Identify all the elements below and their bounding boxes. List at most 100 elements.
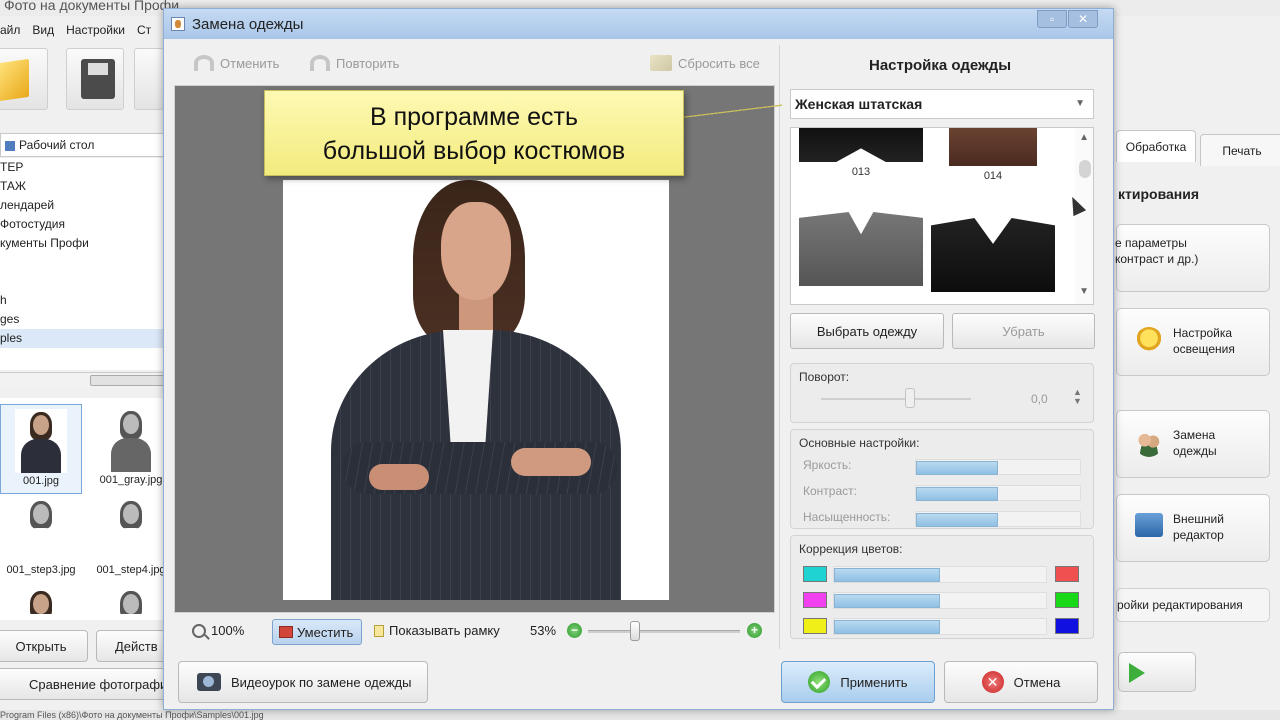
gallery-scrollbar[interactable]: ▲ ▼ <box>1075 128 1093 304</box>
zoom-slider-track[interactable] <box>588 630 740 633</box>
photo-canvas[interactable] <box>283 180 669 600</box>
clothes-style-select[interactable]: Женская штатская ▼ <box>790 89 1094 119</box>
card-params[interactable]: е параметры контраст и др.) <box>1115 224 1270 292</box>
choose-clothes-button[interactable]: Выбрать одежду <box>790 313 944 349</box>
cancel-x-icon: ✕ <box>981 671 1004 693</box>
tree-item[interactable]: ТАЖ <box>0 177 167 196</box>
thumbnail-item[interactable]: 001.jpg <box>0 404 82 494</box>
show-frame-toggle[interactable]: Показывать рамку <box>374 623 500 638</box>
zoom-in-button[interactable]: + <box>747 623 762 638</box>
eraser-icon <box>650 55 672 71</box>
open-button[interactable]: Открыть <box>0 630 88 662</box>
tab-processing[interactable]: Обработка <box>1116 130 1196 162</box>
red-swatch <box>1055 566 1079 582</box>
rotation-group: Поворот: 0,0 ▲ ▼ <box>790 363 1094 423</box>
floppy-icon <box>81 59 115 99</box>
undo-label: Отменить <box>220 55 280 71</box>
folder-path-bar[interactable]: Рабочий стол <box>0 133 168 157</box>
contrast-slider[interactable] <box>915 485 1081 501</box>
menu-file[interactable]: айл <box>0 23 20 37</box>
tree-item[interactable]: ТЕР <box>0 158 167 177</box>
apply-button[interactable]: Применить <box>781 661 935 703</box>
thumbnail-item[interactable]: 001_gray.jpg <box>90 404 172 494</box>
frame-icon <box>374 624 384 637</box>
thumbnail-item[interactable]: 001_step3.jpg <box>0 494 82 584</box>
video-tutorial-label: Видеоурок по замене одежды <box>231 674 412 690</box>
remove-clothes-button[interactable]: Убрать <box>952 313 1095 349</box>
card-lighting[interactable]: Настройка освещения <box>1116 308 1270 376</box>
video-tutorial-button[interactable]: Видеоурок по замене одежды <box>178 661 428 703</box>
menu-view[interactable]: Вид <box>32 23 54 37</box>
color-row-yellow-blue <box>799 616 1089 636</box>
thumbnail-item[interactable] <box>0 584 82 614</box>
brightness-slider[interactable] <box>915 459 1081 475</box>
edit-settings-button[interactable]: ройки редактирования <box>1116 588 1270 622</box>
thumbnail-item[interactable]: 001_step4.jpg <box>90 494 172 584</box>
redo-button[interactable]: Повторить <box>310 55 399 71</box>
tree-item[interactable] <box>0 272 167 291</box>
tab-print[interactable]: Печать <box>1200 134 1280 166</box>
fit-button[interactable]: Уместить <box>272 619 362 645</box>
tree-item[interactable] <box>0 253 167 272</box>
tree-horizontal-scrollbar[interactable] <box>0 372 168 388</box>
rotation-slider-thumb[interactable] <box>905 388 915 408</box>
scrollbar-thumb[interactable] <box>90 375 166 386</box>
cancel-button[interactable]: ✕ Отмена <box>944 661 1098 703</box>
clothes-item[interactable] <box>799 212 923 290</box>
close-button[interactable]: ✕ <box>1068 10 1098 28</box>
menu-settings[interactable]: Настройки <box>66 23 125 37</box>
tree-item[interactable]: лендарей <box>0 196 167 215</box>
dropdown-arrow-icon: ▼ <box>1075 98 1085 109</box>
yellow-blue-slider[interactable] <box>833 618 1047 635</box>
compare-photos-button[interactable]: Сравнение фотографи <box>0 668 168 700</box>
zoom-out-button[interactable]: − <box>567 623 582 638</box>
person-face <box>441 202 511 300</box>
clothes-thumbnail <box>931 218 1055 292</box>
people-icon <box>1135 429 1163 457</box>
menu-more[interactable]: Ст <box>137 23 151 37</box>
magenta-green-slider[interactable] <box>833 592 1047 609</box>
tree-item[interactable]: ges <box>0 310 167 329</box>
undo-arrow-icon <box>194 55 214 71</box>
actions-button[interactable]: Действ <box>96 630 168 662</box>
card-external-editor[interactable]: Внешний редактор <box>1116 494 1270 562</box>
next-arrow-button[interactable] <box>1118 652 1196 692</box>
scroll-up-icon[interactable]: ▲ <box>1079 132 1089 143</box>
brightness-label: Яркость: <box>803 458 852 472</box>
card-clothes[interactable]: Замена одежды <box>1116 410 1270 478</box>
cancel-label: Отмена <box>1013 674 1061 690</box>
yellow-blue-fill <box>834 620 940 634</box>
rotation-value[interactable]: 0,0 <box>1031 392 1048 406</box>
callout-pointer <box>682 104 782 118</box>
tree-item[interactable]: кументы Профи <box>0 234 167 253</box>
clothes-item-014[interactable]: 014 <box>949 128 1037 182</box>
rotation-slider-track[interactable] <box>821 398 971 400</box>
undo-button[interactable]: Отменить <box>194 55 279 71</box>
maximize-button[interactable]: ▫ <box>1037 10 1067 28</box>
toolbar-more-button[interactable] <box>134 48 164 110</box>
reset-all-button[interactable]: Сбросить все <box>650 55 760 71</box>
open-folder-button[interactable] <box>0 48 48 110</box>
clothes-item-013[interactable]: 013 <box>799 128 923 178</box>
main-menubar: айл Вид Настройки Ст <box>0 18 170 42</box>
rotation-spinner-icon[interactable]: ▲ ▼ <box>1073 388 1082 406</box>
thumbnail-image <box>105 498 157 562</box>
saturation-row: Насыщенность: <box>799 508 1089 528</box>
saturation-slider[interactable] <box>915 511 1081 527</box>
reset-label: Сбросить все <box>678 55 760 71</box>
zoom-slider-thumb[interactable] <box>630 621 640 641</box>
cyan-red-slider[interactable] <box>833 566 1047 583</box>
show-frame-label: Показывать рамку <box>389 623 500 638</box>
settings-title: Настройка одежды <box>868 57 1012 74</box>
save-button[interactable] <box>66 48 124 110</box>
actual-size-label: 100% <box>211 623 245 638</box>
tree-item[interactable]: h <box>0 291 167 310</box>
folder-tree: ТЕР ТАЖ лендарей Фотостудия кументы Проф… <box>0 158 168 370</box>
tree-item-selected[interactable]: ples <box>0 329 167 348</box>
scrollbar-thumb[interactable] <box>1079 160 1091 178</box>
thumbnail-item[interactable] <box>90 584 172 614</box>
clothes-item[interactable] <box>931 218 1055 296</box>
tree-item[interactable]: Фотостудия <box>0 215 167 234</box>
scroll-down-icon[interactable]: ▼ <box>1079 286 1089 297</box>
actual-size-button[interactable]: 100% <box>192 623 244 638</box>
